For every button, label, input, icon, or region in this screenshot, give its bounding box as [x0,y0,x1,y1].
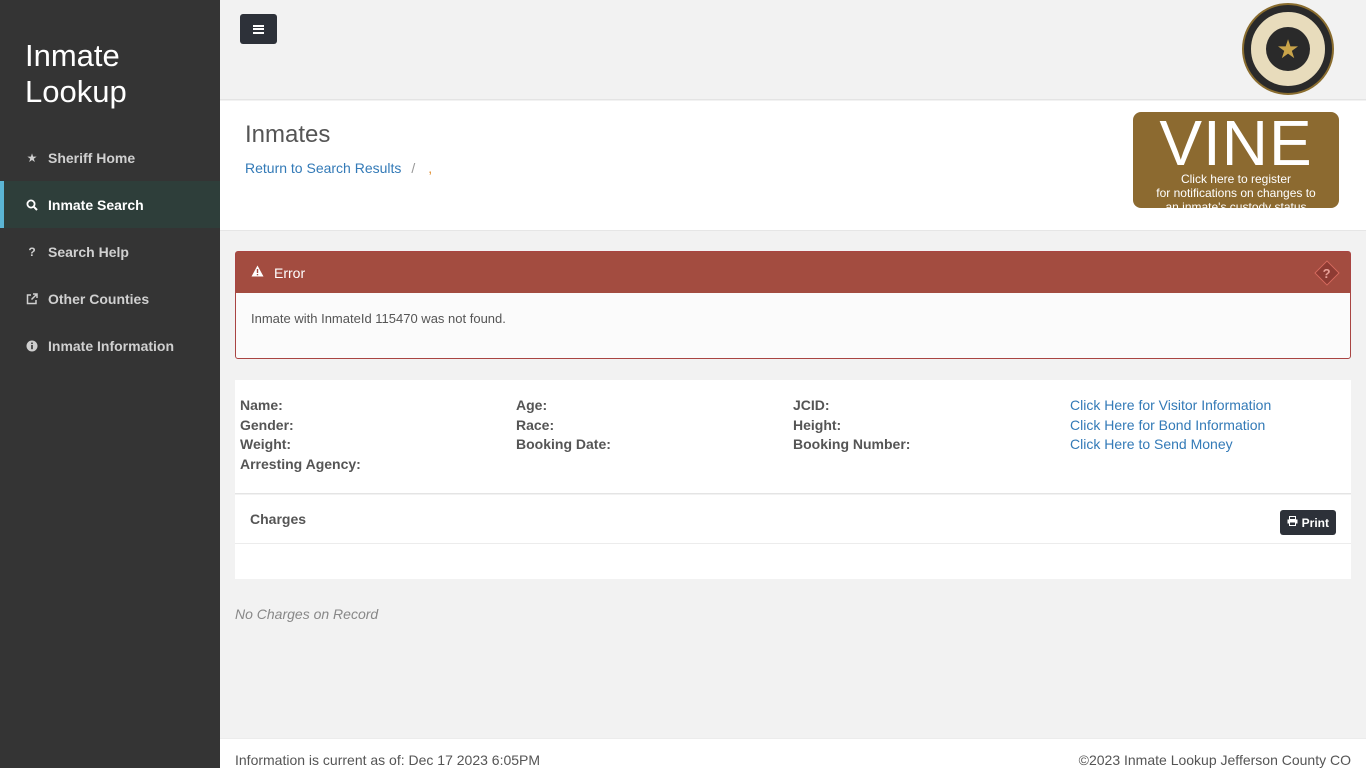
top-bar: ★ [220,0,1366,100]
search-icon [25,199,39,211]
print-button[interactable]: Print [1279,510,1336,535]
visitor-information-link[interactable]: Click Here for Visitor Information [1070,396,1271,416]
weight-label: Weight: [240,436,292,453]
sidebar-item-inmate-information[interactable]: Inmate Information [0,322,220,369]
info-column-2: Age: Race: Booking Date: [516,396,611,455]
booking-date-label: Booking Date: [516,436,611,453]
sidebar-item-label: Search Help [48,243,129,260]
page-title: Inmates [245,121,331,148]
return-to-search-link[interactable]: Return to Search Results [245,160,401,176]
vine-title: VINE [1159,107,1313,179]
breadcrumb-current: , [428,160,433,176]
age-label: Age: [516,397,548,413]
sidebar-item-inmate-search[interactable]: Inmate Search [0,181,220,228]
inmate-info-panel: Name: Gender: Weight: Arresting Agency: … [235,380,1351,494]
bond-information-link[interactable]: Click Here for Bond Information [1070,416,1271,436]
send-money-link[interactable]: Click Here to Send Money [1070,435,1271,455]
sidebar-item-label: Other Counties [48,290,150,307]
breadcrumb: Return to Search Results / , [245,160,432,176]
info-column-1: Name: Gender: Weight: Arresting Agency: [240,396,361,475]
error-title: Error [274,264,306,281]
sidebar-nav: ★ Sheriff Home Inmate Search ? Search He… [0,134,220,369]
charges-title: Charges [235,495,1351,544]
arresting-agency-label: Arresting Agency: [240,456,361,473]
footer: Information is current as of: Dec 17 202… [220,738,1366,768]
print-label: Print [1301,515,1329,530]
sidebar-item-label: Inmate Search [48,196,144,213]
info-circle-icon [25,340,39,352]
sidebar-item-label: Sheriff Home [48,149,136,166]
info-links-column: Click Here for Visitor Information Click… [1070,396,1271,455]
page-header: Inmates Return to Search Results / , VIN… [220,101,1366,231]
name-label: Name: [240,397,283,413]
height-label: Height: [793,416,842,433]
printer-icon [1287,516,1298,529]
sidebar: Inmate Lookup ★ Sheriff Home Inmate Sear… [0,0,220,768]
hamburger-icon [253,24,264,34]
sidebar-item-sheriff-home[interactable]: ★ Sheriff Home [0,134,220,181]
jcid-label: JCID: [793,397,830,413]
breadcrumb-separator: / [411,160,416,176]
star-icon: ★ [26,150,38,165]
no-charges-text: No Charges on Record [235,606,379,622]
sidebar-item-search-help[interactable]: ? Search Help [0,228,220,275]
menu-toggle-button[interactable] [240,14,277,44]
charges-panel: Charges Print [235,495,1351,579]
error-message: Inmate with InmateId 115470 was not foun… [251,311,506,326]
info-current-as-of: Information is current as of: Dec 17 202… [235,752,541,768]
info-column-3: JCID: Height: Booking Number: [793,396,910,455]
brand-title: Inmate Lookup [25,38,127,109]
vine-line-2: for notifications on changes to [1156,186,1316,200]
warning-icon [251,265,264,280]
external-link-icon [25,292,39,305]
question-icon: ? [28,244,36,259]
gender-label: Gender: [240,416,294,433]
vine-line-3: an inmate's custody status [1165,200,1307,214]
race-label: Race: [516,416,555,433]
sidebar-item-other-counties[interactable]: Other Counties [0,275,220,322]
sheriff-seal-icon: ★ [1242,3,1334,95]
sidebar-item-label: Inmate Information [48,337,175,354]
booking-number-label: Booking Number: [793,436,911,453]
copyright: ©2023 Inmate Lookup Jefferson County CO [1078,752,1351,768]
error-panel: Error ? Inmate with InmateId 115470 was … [235,251,1351,359]
error-header: Error [236,252,1350,293]
vine-register-banner[interactable]: VINE Click here to register for notifica… [1133,107,1339,214]
